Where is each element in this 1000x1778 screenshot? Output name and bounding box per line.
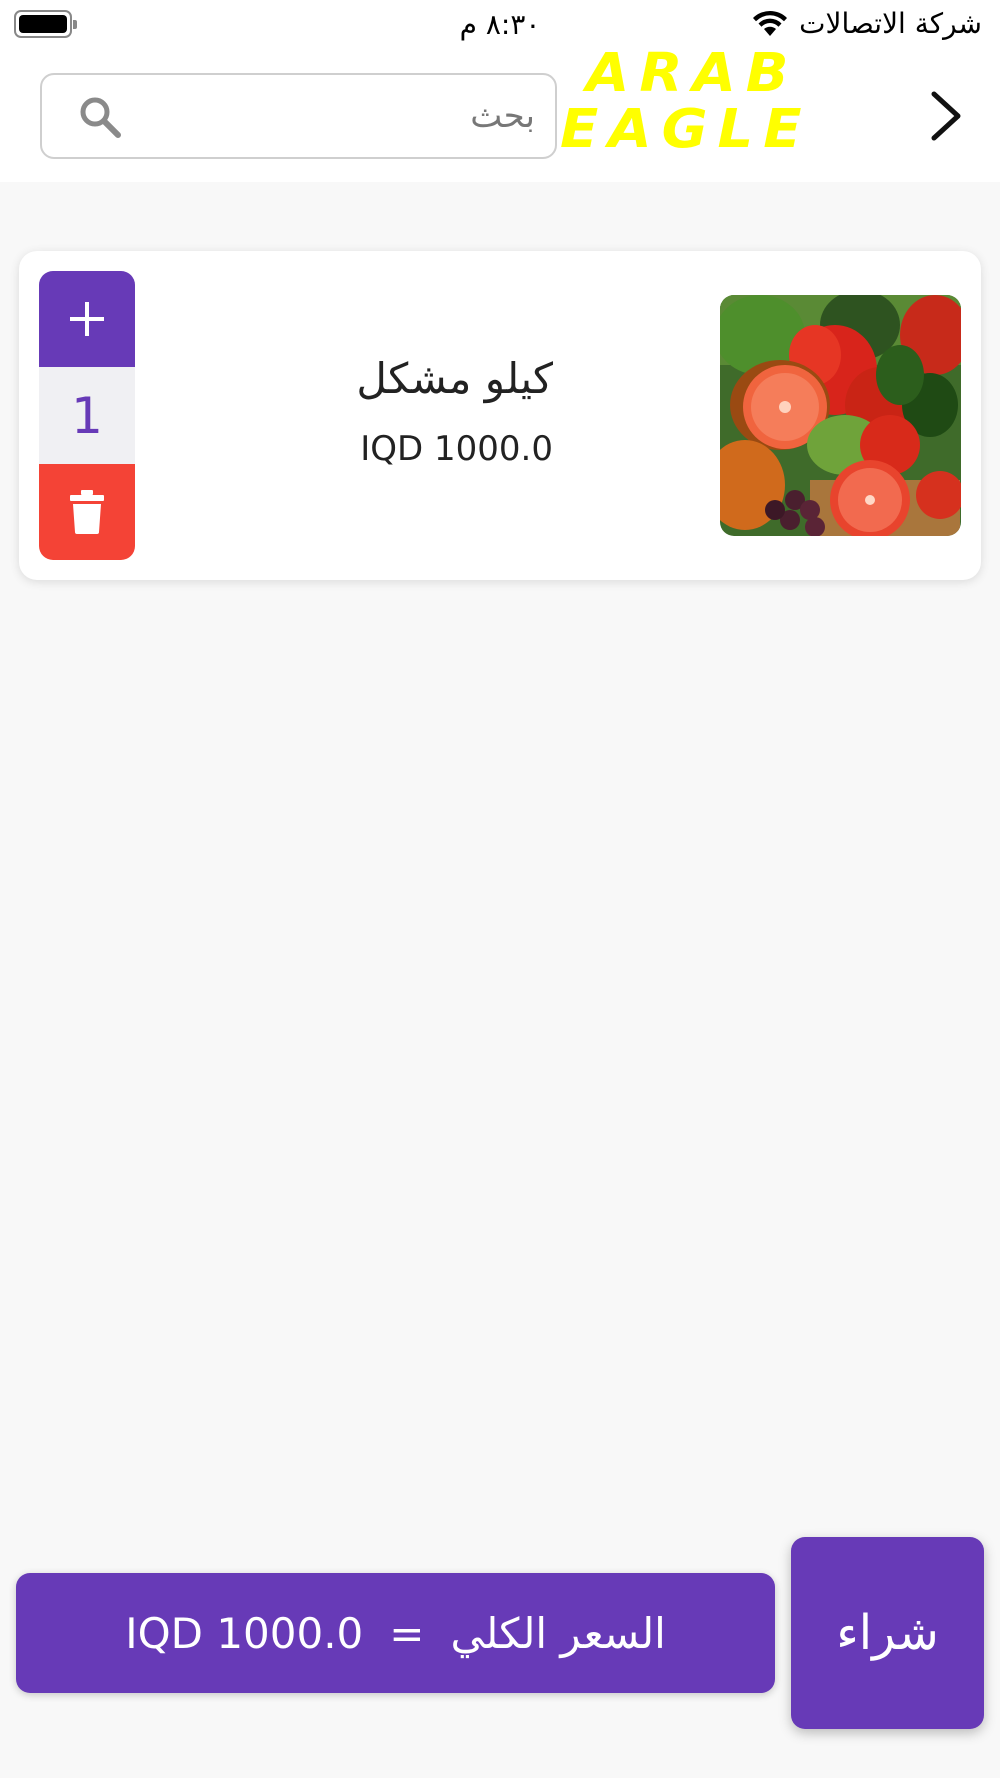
plus-icon — [70, 302, 104, 336]
quantity-value: 1 — [39, 367, 135, 464]
search-bar[interactable] — [40, 73, 557, 159]
chevron-right-icon[interactable] — [926, 88, 966, 144]
buy-button[interactable]: شراء — [791, 1537, 984, 1729]
increase-quantity-button[interactable] — [39, 271, 135, 367]
item-info: كيلو مشكل IQD 1000.0 — [199, 351, 553, 469]
quantity-stepper: 1 — [39, 271, 135, 560]
total-value: IQD 1000.0 — [125, 1608, 364, 1658]
equals-sign: = — [389, 1608, 425, 1658]
battery-icon — [14, 10, 77, 38]
item-price: IQD 1000.0 — [360, 429, 553, 469]
carrier-info: شركة الاتصالات — [751, 7, 982, 40]
total-label: السعر الكلي — [450, 1608, 666, 1658]
search-icon[interactable] — [76, 93, 124, 141]
logo-line-arab: ARAB — [586, 42, 799, 105]
wifi-icon — [753, 10, 788, 36]
arab-eagle-logo: ARAB EAGLE — [560, 46, 820, 166]
total-price-bar: IQD 1000.0 = السعر الكلي — [16, 1573, 775, 1693]
vegetables-image — [720, 295, 961, 536]
carrier-name: شركة الاتصالات — [799, 7, 982, 40]
logo-line-eagle: EAGLE — [560, 98, 812, 161]
delete-item-button[interactable] — [39, 464, 135, 560]
item-name: كيلو مشكل — [356, 354, 553, 403]
status-bar: ٨:٣٠ م شركة الاتصالات — [0, 0, 1000, 50]
cart-item-card: 1 كيلو مشكل IQD 1000.0 — [19, 251, 981, 580]
status-time: ٨:٣٠ م — [459, 8, 541, 41]
app-header: ARAB EAGLE — [0, 47, 1000, 182]
search-input[interactable] — [142, 75, 535, 157]
trash-icon — [70, 490, 104, 534]
